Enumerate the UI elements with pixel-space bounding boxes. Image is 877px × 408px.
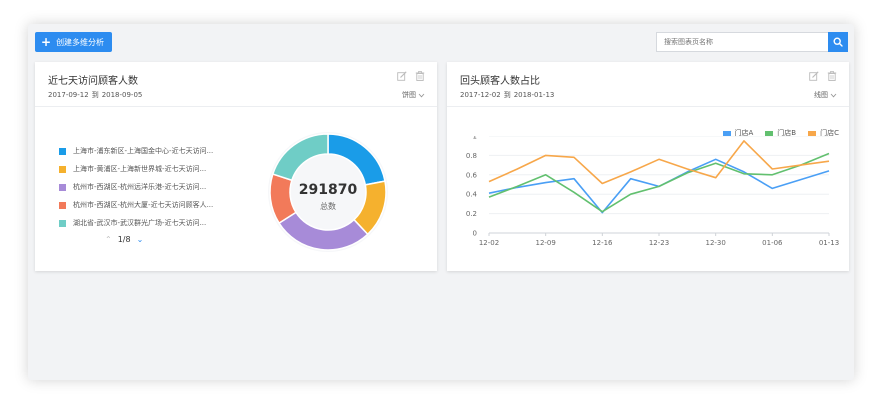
- x-tick-label: 01-13: [819, 239, 839, 247]
- card-title: 回头顾客人数占比: [460, 76, 540, 87]
- chart-type-label: 饼图: [402, 91, 416, 99]
- chart-type-label: 线图: [814, 91, 828, 99]
- x-tick-label: 12-09: [535, 239, 555, 247]
- search-input[interactable]: [656, 32, 828, 52]
- legend-label: 上海市-浦东新区-上海国金中心-近七天访问...: [73, 147, 214, 155]
- legend-item[interactable]: 杭州市-西湖区-杭州大厦-近七天访问顾客人...: [59, 196, 213, 214]
- edit-icon[interactable]: [397, 71, 407, 81]
- legend-swatch: [59, 147, 66, 155]
- series-line[interactable]: [488, 152, 830, 213]
- legend-swatch: [722, 130, 731, 136]
- delete-icon[interactable]: [415, 71, 425, 81]
- date-separator: 到: [91, 91, 99, 99]
- chart-type-select[interactable]: 线图: [814, 90, 837, 100]
- chevron-down-icon: [830, 93, 837, 97]
- x-tick-label: 12-02: [479, 239, 499, 247]
- legend-swatch: [59, 165, 66, 173]
- chevron-up-icon[interactable]: ⌃: [105, 235, 112, 244]
- total-value: 291870: [299, 182, 358, 198]
- chevron-down-icon: [418, 93, 425, 97]
- delete-icon[interactable]: [827, 71, 837, 81]
- x-tick-label: 01-06: [762, 239, 783, 247]
- dashboard-window: + 创建多维分析 近七天访问顾客人数 2017-09-12到2018-09-05: [28, 24, 854, 380]
- legend-label: 杭州市-西湖区-杭州大厦-近七天访问顾客人...: [73, 201, 214, 209]
- create-analysis-label: 创建多维分析: [56, 37, 105, 47]
- date-to: 2018-09-05: [101, 91, 143, 99]
- legend-label: 上海市-黄浦区-上海新世界城-近七天访问...: [73, 165, 207, 173]
- card-divider: [447, 106, 849, 107]
- date-separator: 到: [503, 91, 511, 99]
- card-actions: [397, 71, 425, 81]
- search-icon: [833, 37, 843, 47]
- legend-swatch: [765, 130, 774, 136]
- y-tick-label: 0.2: [466, 210, 477, 218]
- legend-pager: ⌃ 1/8 ⌄: [105, 235, 143, 244]
- y-tick-label: 0.4: [466, 191, 478, 199]
- legend-item[interactable]: 上海市-黄浦区-上海新世界城-近七天访问...: [59, 160, 213, 178]
- legend-swatch: [59, 201, 66, 209]
- pager-text: 1/8: [117, 235, 131, 244]
- search-bar: [656, 32, 848, 52]
- pie-legend: 上海市-浦东新区-上海国金中心-近七天访问... 上海市-黄浦区-上海新世界城-…: [59, 142, 213, 232]
- create-analysis-button[interactable]: + 创建多维分析: [35, 32, 113, 52]
- search-button[interactable]: [828, 32, 848, 52]
- card-divider: [35, 106, 437, 107]
- visitors-card: 近七天访问顾客人数 2017-09-12 到 2018-09-05 饼图 上海市-浦…: [35, 62, 437, 271]
- legend-item[interactable]: 杭州市-西湖区-杭州远洋乐港-近七天访问...: [59, 178, 213, 196]
- y-tick-label: 1: [473, 136, 477, 141]
- x-tick-label: 12-30: [705, 239, 725, 247]
- x-tick-label: 12-23: [649, 239, 669, 247]
- date-to: 2018-01-13: [513, 91, 555, 99]
- returning-customers-card: 回头顾客人数占比 2017-12-02到2018-01-13 线图 门店A: [447, 62, 849, 271]
- date-range: 2017-09-12 到 2018-09-05: [48, 90, 142, 100]
- chart-type-select[interactable]: 饼图: [402, 90, 425, 100]
- date-from: 2017-09-12: [48, 91, 89, 99]
- y-tick-label: 0.8: [466, 152, 477, 160]
- card-actions: [809, 71, 837, 81]
- legend-item[interactable]: 上海市-浦东新区-上海国金中心-近七天访问...: [59, 142, 213, 160]
- chevron-down-icon[interactable]: ⌄: [137, 235, 144, 244]
- x-tick-label: 12-16: [592, 239, 613, 247]
- legend-item[interactable]: 湖北省-武汉市-武汉群光广场-近七天访问...: [59, 214, 213, 232]
- total-label: 总数: [320, 201, 336, 211]
- legend-label: 湖北省-武汉市-武汉群光广场-近七天访问...: [73, 219, 207, 227]
- edit-icon[interactable]: [809, 71, 819, 81]
- legend-swatch: [808, 130, 817, 136]
- y-tick-label: 0.6: [466, 171, 478, 179]
- date-from: 2017-12-02: [460, 91, 501, 99]
- legend-swatch: [59, 183, 66, 191]
- legend-swatch: [59, 219, 66, 227]
- y-tick-label: 0: [473, 230, 477, 238]
- date-range: 2017-12-02 到 2018-01-13: [460, 90, 554, 100]
- plus-icon: +: [41, 35, 52, 49]
- toolbar: + 创建多维分析: [28, 24, 854, 58]
- legend-label: 杭州市-西湖区-杭州远洋乐港-近七天访问...: [73, 183, 207, 191]
- card-title: 近七天访问顾客人数: [48, 76, 138, 87]
- line-chart: 0 0.2 0.4 0.6 0.8 1 12-02 12-09 12-16 12-23 12-30 0…: [466, 136, 839, 247]
- donut-chart: 291870 总数: [268, 132, 388, 252]
